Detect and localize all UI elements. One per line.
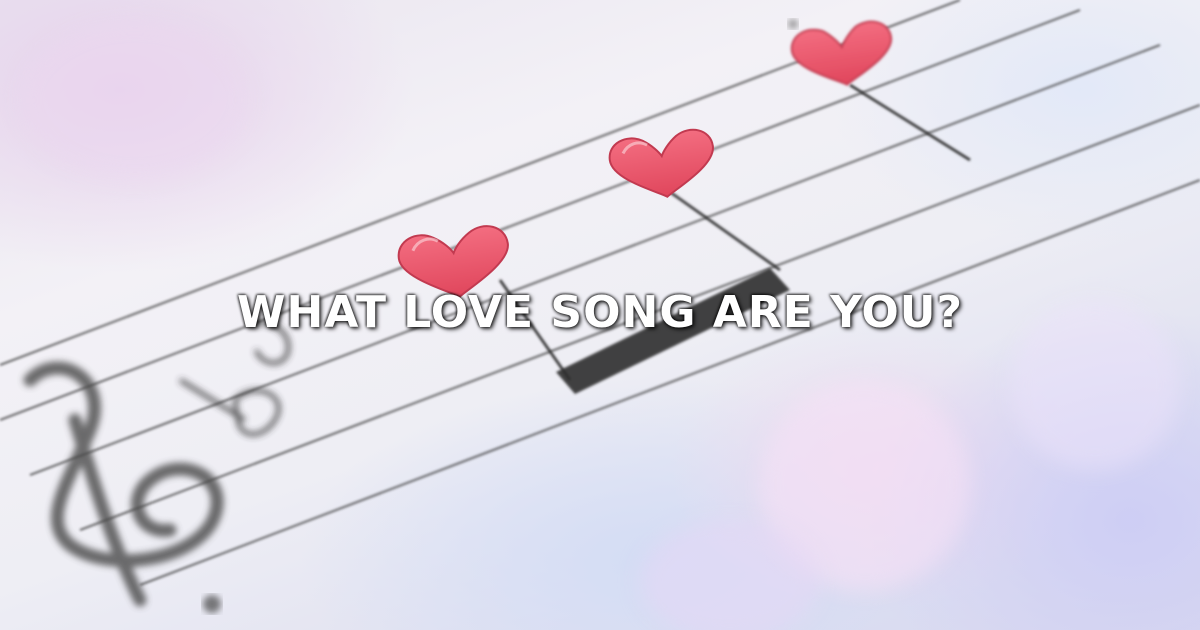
staff-line	[139, 179, 1200, 586]
treble-clef-icon	[23, 361, 224, 607]
music-symbols	[178, 321, 291, 437]
heart-icon	[790, 20, 892, 86]
staff-line	[0, 9, 1081, 421]
heart-icon	[608, 128, 714, 198]
staff-dot	[788, 19, 798, 29]
headline-title: WHAT LOVE SONG ARE YOU?	[236, 287, 964, 338]
clef-dot	[203, 595, 221, 613]
photo-scene: WHAT LOVE SONG ARE YOU?	[0, 0, 1200, 630]
